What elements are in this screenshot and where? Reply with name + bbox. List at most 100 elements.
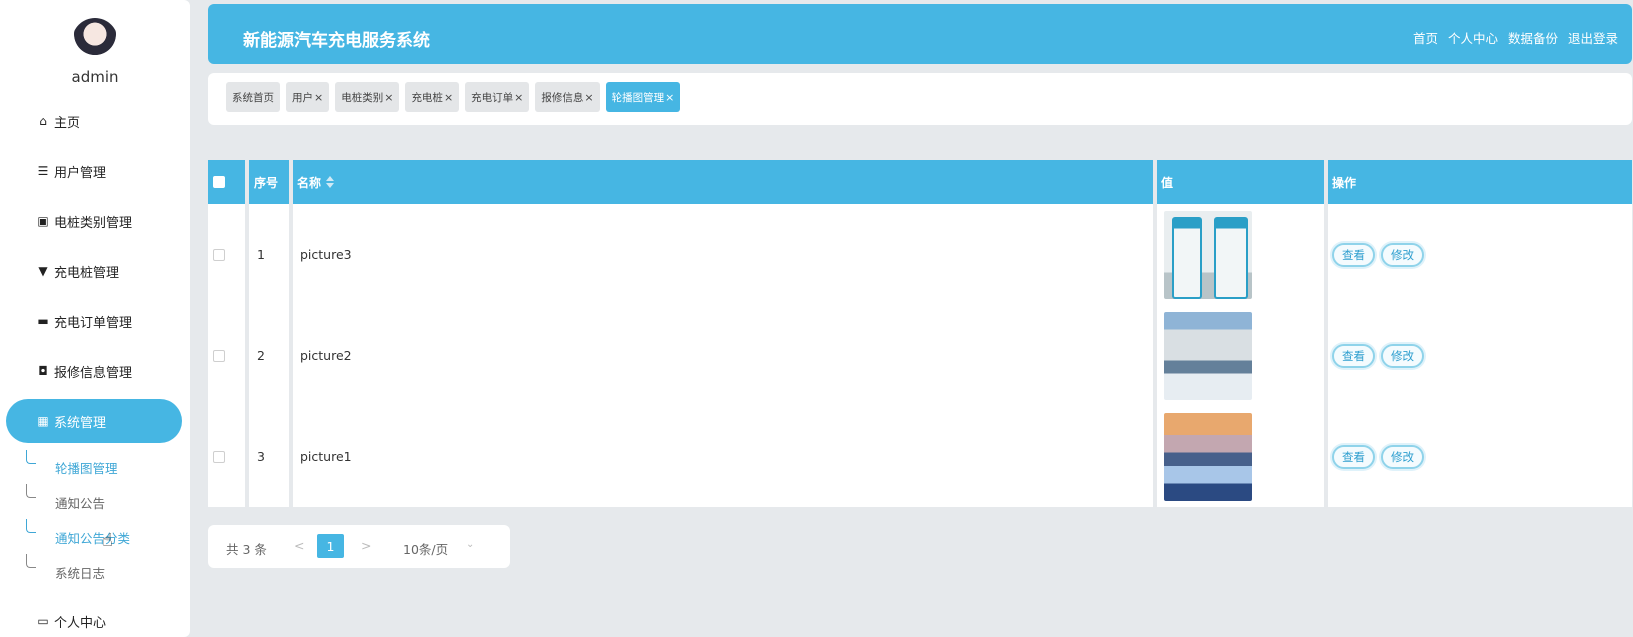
home-icon: ⌂ [39, 114, 47, 128]
header-name-label: 名称 [297, 175, 322, 190]
subitem-notice-category[interactable]: 通知公告分类 [55, 528, 130, 547]
monitor-icon: ▬ [37, 314, 49, 328]
edit-button[interactable]: 修改 [1381, 343, 1424, 368]
row-actions: 查看 修改 [1332, 406, 1424, 507]
sidebar-item-label: 主页 [54, 115, 81, 131]
table-header: 序号 名称 值 操作 [208, 160, 1632, 204]
pagination: 共 3 条 < 1 > 10条/页 ⌄ [208, 525, 510, 568]
sidebar-item-label: 电桩类别管理 [54, 215, 133, 231]
tag-system-home[interactable]: 系统首页 [226, 82, 280, 112]
close-icon[interactable]: × [584, 91, 593, 104]
row-select[interactable] [213, 406, 225, 507]
row-actions: 查看 修改 [1332, 204, 1424, 305]
tag-label: 轮播图管理 [611, 91, 665, 104]
header-index: 序号 [254, 175, 279, 190]
subitem-notice[interactable]: 通知公告 [55, 493, 105, 512]
sidebar-item-home[interactable]: ⌂ 主页 [6, 99, 182, 143]
sidebar-item-charger[interactable]: ▼ 充电桩管理 [6, 249, 182, 293]
tag-charger[interactable]: 充电桩 × [405, 82, 460, 112]
row-index: 3 [257, 449, 265, 464]
nav-profile-link[interactable]: 个人中心 [1448, 28, 1498, 47]
page-number-button[interactable]: 1 [317, 534, 344, 558]
close-icon[interactable]: × [665, 91, 674, 104]
thumbnail-image[interactable] [1164, 412, 1252, 501]
header-name[interactable]: 名称 [297, 160, 335, 204]
header-value: 值 [1161, 175, 1174, 190]
sidebar-item-label: 充电桩管理 [54, 265, 120, 281]
sidebar: admin ⌂ 主页 ☰ 用户管理 ▣ 电桩类别管理 ▼ 充电桩管理 ▬ 充电订… [0, 0, 190, 637]
table-row: 3 picture1 查看 修改 [208, 406, 1632, 507]
tag-label: 充电桩 [411, 91, 443, 104]
tag-label: 充电订单 [471, 91, 514, 104]
row-checkbox[interactable] [213, 349, 225, 362]
select-all-checkbox[interactable] [213, 176, 225, 188]
tree-connector [26, 484, 36, 498]
sidebar-item-label: 个人中心 [54, 615, 107, 631]
subitem-carousel[interactable]: 轮播图管理 [55, 458, 118, 477]
thumbnail-image[interactable] [1164, 311, 1252, 400]
sidebar-item-system[interactable]: ▦ 系统管理 [6, 399, 182, 443]
view-button[interactable]: 查看 [1332, 343, 1375, 368]
tag-repair[interactable]: 报修信息 × [535, 82, 600, 112]
tag-carousel[interactable]: 轮播图管理 × [605, 82, 681, 112]
next-page-button[interactable]: > [361, 538, 371, 553]
close-icon[interactable]: × [314, 91, 323, 104]
carousel-table: 序号 名称 值 操作 1 picture3 查看 修改 2 picture2 查… [208, 160, 1632, 507]
tag-label: 报修信息 [541, 91, 584, 104]
prev-page-button[interactable]: < [294, 538, 304, 553]
row-actions: 查看 修改 [1332, 305, 1424, 406]
close-icon[interactable]: × [384, 91, 393, 104]
nav-backup-link[interactable]: 数据备份 [1508, 28, 1558, 47]
sidebar-item-users[interactable]: ☰ 用户管理 [6, 149, 182, 193]
tree-connector [26, 450, 36, 464]
row-select[interactable] [213, 305, 225, 406]
view-button[interactable]: 查看 [1332, 242, 1375, 267]
mouse-cursor-icon: ☝ [102, 530, 113, 551]
chevron-down-icon[interactable]: ⌄ [466, 539, 474, 550]
subitem-system-log[interactable]: 系统日志 [55, 563, 105, 582]
charger-icon: ▼ [38, 264, 48, 278]
row-value [1164, 305, 1252, 406]
grid-icon: ▦ [37, 414, 49, 428]
nav-home-link[interactable]: 首页 [1413, 28, 1438, 47]
sidebar-item-label: 报修信息管理 [54, 365, 133, 381]
page-size-select[interactable]: 10条/页 [403, 539, 448, 558]
page-title: 新能源汽车充电服务系统 [243, 31, 430, 51]
card-icon: ▭ [37, 614, 49, 628]
row-value [1164, 204, 1252, 305]
row-checkbox[interactable] [213, 450, 225, 463]
tag-pile-category[interactable]: 电桩类别 × [335, 82, 400, 112]
avatar[interactable] [72, 18, 118, 64]
nav-logout-link[interactable]: 退出登录 [1568, 28, 1618, 47]
sidebar-item-profile[interactable]: ▭ 个人中心 [6, 599, 182, 637]
tag-label: 电桩类别 [341, 91, 384, 104]
sidebar-item-label: 充电订单管理 [54, 315, 133, 331]
view-button[interactable]: 查看 [1332, 444, 1375, 469]
row-select[interactable] [213, 204, 225, 305]
sidebar-item-label: 用户管理 [54, 165, 107, 181]
tags-bar: 系统首页 用户 × 电桩类别 × 充电桩 × 充电订单 × 报修信息 × 轮播图管理 × [208, 73, 1632, 125]
thumbnail-image[interactable] [1164, 210, 1252, 299]
sidebar-item-label: 系统管理 [54, 415, 107, 431]
header-select-all[interactable] [213, 160, 225, 204]
close-icon[interactable]: × [444, 91, 453, 104]
tag-user[interactable]: 用户 × [286, 82, 330, 112]
clipboard-icon: ▣ [37, 214, 49, 228]
header-nav: 首页 个人中心 数据备份 退出登录 [1413, 28, 1618, 47]
row-checkbox[interactable] [213, 248, 225, 261]
tree-connector [26, 519, 36, 533]
tag-label: 用户 [292, 91, 313, 104]
edit-button[interactable]: 修改 [1381, 444, 1424, 469]
tag-label: 系统首页 [232, 91, 274, 104]
close-icon[interactable]: × [514, 91, 523, 104]
edit-button[interactable]: 修改 [1381, 242, 1424, 267]
sidebar-item-repair[interactable]: ◘ 报修信息管理 [6, 349, 182, 393]
sidebar-item-orders[interactable]: ▬ 充电订单管理 [6, 299, 182, 343]
table-row: 2 picture2 查看 修改 [208, 305, 1632, 406]
sidebar-item-pile-category[interactable]: ▣ 电桩类别管理 [6, 199, 182, 243]
table-row: 1 picture3 查看 修改 [208, 204, 1632, 305]
tag-orders[interactable]: 充电订单 × [465, 82, 530, 112]
username: admin [71, 68, 119, 86]
list-icon: ☰ [37, 164, 49, 178]
sort-icon[interactable] [326, 176, 335, 188]
